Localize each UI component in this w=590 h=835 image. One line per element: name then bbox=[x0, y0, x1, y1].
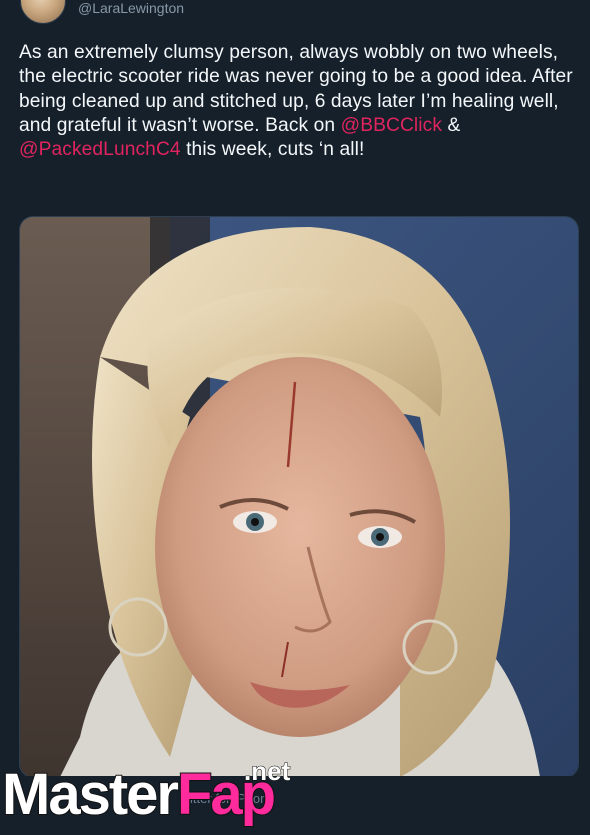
mention-link-bbcclick[interactable]: @BBCClick bbox=[341, 115, 442, 136]
watermark-logo: MasterFap bbox=[1, 762, 277, 827]
watermark-part-master: Master bbox=[1, 762, 180, 827]
tweet-photo[interactable] bbox=[19, 216, 579, 778]
tweet-text-part: this week, cuts ‘n all! bbox=[180, 139, 365, 161]
mention-link-packedlunch[interactable]: @PackedLunchC4 bbox=[19, 139, 181, 160]
photo-illustration bbox=[20, 217, 578, 777]
tweet-text-part: As an extremely clumsy person, always wo… bbox=[19, 42, 573, 136]
tweet-text: As an extremely clumsy person, always wo… bbox=[19, 41, 575, 162]
author-handle[interactable]: @LaraLewington bbox=[78, 0, 184, 16]
author-avatar[interactable] bbox=[20, 0, 66, 24]
watermark-suffix: .net bbox=[243, 756, 291, 787]
tweet-text-part: & bbox=[442, 114, 461, 136]
